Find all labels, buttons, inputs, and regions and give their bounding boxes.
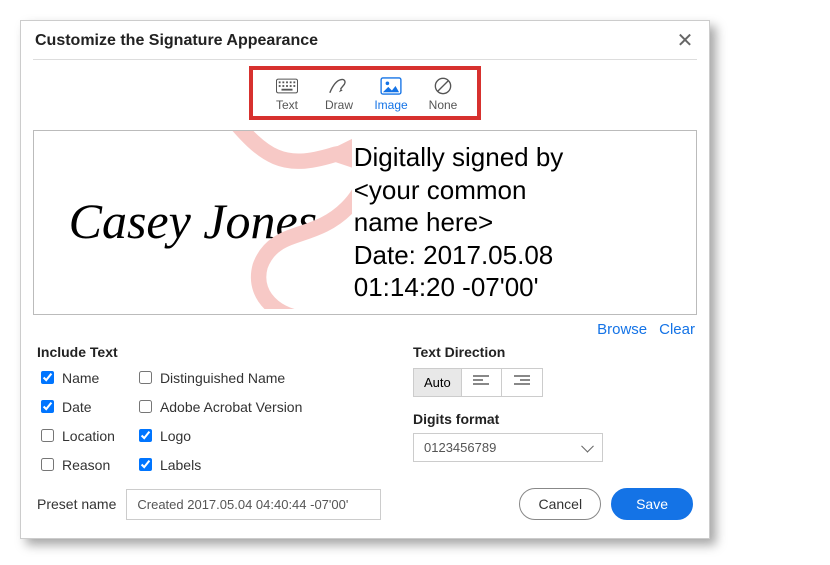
dialog-footer: Preset name Cancel Save bbox=[21, 486, 709, 538]
align-right-icon bbox=[514, 375, 530, 390]
preview-line-5: 01:14:20 -07'00' bbox=[354, 271, 690, 304]
chk-date[interactable]: Date bbox=[37, 397, 115, 416]
include-col-2: Distinguished Name Adobe Acrobat Version… bbox=[135, 368, 302, 474]
image-icon bbox=[380, 76, 402, 96]
draw-icon bbox=[328, 76, 350, 96]
chk-acrobat[interactable]: Adobe Acrobat Version bbox=[135, 397, 302, 416]
options-row: Include Text Name Date Location Reason D… bbox=[21, 342, 709, 486]
mode-toolbar: Text Draw Image None bbox=[249, 66, 481, 120]
align-left-icon bbox=[473, 375, 489, 390]
preview-left: Casey Jones bbox=[34, 131, 352, 314]
right-options: Text Direction Auto Digits format 012345… bbox=[413, 344, 693, 474]
include-columns: Name Date Location Reason Distinguished … bbox=[37, 368, 302, 474]
mode-draw-label: Draw bbox=[325, 98, 353, 112]
mode-toolbar-highlight: Text Draw Image None bbox=[21, 66, 709, 120]
chk-date-input[interactable] bbox=[41, 400, 54, 413]
chk-location-input[interactable] bbox=[41, 429, 54, 442]
mode-text[interactable]: Text bbox=[267, 76, 307, 112]
digits-format-select[interactable]: 0123456789 bbox=[413, 433, 603, 462]
preview-line-1: Digitally signed by bbox=[354, 141, 690, 174]
mode-none-label: None bbox=[429, 98, 458, 112]
chk-distinguished[interactable]: Distinguished Name bbox=[135, 368, 302, 387]
text-direction-heading: Text Direction bbox=[413, 344, 693, 360]
chk-logo-input[interactable] bbox=[139, 429, 152, 442]
chk-reason-input[interactable] bbox=[41, 458, 54, 471]
chk-reason[interactable]: Reason bbox=[37, 455, 115, 474]
dialog-title: Customize the Signature Appearance bbox=[35, 32, 318, 50]
dir-ltr-button[interactable] bbox=[462, 369, 502, 396]
chk-labels-input[interactable] bbox=[139, 458, 152, 471]
divider bbox=[33, 59, 697, 60]
chk-acrobat-input[interactable] bbox=[139, 400, 152, 413]
preview-line-4: Date: 2017.05.08 bbox=[354, 239, 690, 272]
clear-link[interactable]: Clear bbox=[659, 321, 695, 338]
mode-text-label: Text bbox=[276, 98, 298, 112]
mode-image-label: Image bbox=[374, 98, 407, 112]
preset-name-input[interactable] bbox=[126, 489, 381, 520]
mode-image[interactable]: Image bbox=[371, 76, 411, 112]
include-text-heading: Include Text bbox=[37, 344, 302, 360]
include-text-section: Include Text Name Date Location Reason D… bbox=[37, 344, 302, 474]
chk-distinguished-input[interactable] bbox=[139, 371, 152, 384]
chk-location[interactable]: Location bbox=[37, 426, 115, 445]
close-icon[interactable]: ✕ bbox=[675, 31, 695, 51]
dialog-header: Customize the Signature Appearance ✕ bbox=[21, 21, 709, 59]
chk-name[interactable]: Name bbox=[37, 368, 115, 387]
signature-appearance-dialog: Customize the Signature Appearance ✕ Tex… bbox=[20, 20, 710, 539]
text-direction-group: Auto bbox=[413, 368, 543, 397]
none-icon bbox=[432, 76, 454, 96]
keyboard-icon bbox=[276, 76, 298, 96]
signature-preview: Casey Jones Digitally signed by <your co… bbox=[33, 130, 697, 315]
save-button[interactable]: Save bbox=[611, 488, 693, 520]
cancel-button[interactable]: Cancel bbox=[519, 488, 601, 520]
include-col-1: Name Date Location Reason bbox=[37, 368, 115, 474]
mode-none[interactable]: None bbox=[423, 76, 463, 112]
preview-line-2: <your common bbox=[354, 174, 690, 207]
dir-rtl-button[interactable] bbox=[502, 369, 542, 396]
digits-format-heading: Digits format bbox=[413, 411, 693, 427]
dir-auto-button[interactable]: Auto bbox=[414, 369, 462, 396]
preview-text-block: Digitally signed by <your common name he… bbox=[352, 131, 696, 314]
chk-name-input[interactable] bbox=[41, 371, 54, 384]
preset-name-label: Preset name bbox=[37, 496, 116, 512]
preview-links: Browse Clear bbox=[21, 315, 709, 342]
chk-logo[interactable]: Logo bbox=[135, 426, 302, 445]
browse-link[interactable]: Browse bbox=[597, 321, 647, 338]
mode-draw[interactable]: Draw bbox=[319, 76, 359, 112]
chk-labels[interactable]: Labels bbox=[135, 455, 302, 474]
digits-format-value: 0123456789 bbox=[424, 440, 496, 455]
signature-name-preview: Casey Jones bbox=[69, 192, 318, 250]
preview-line-3: name here> bbox=[354, 206, 690, 239]
